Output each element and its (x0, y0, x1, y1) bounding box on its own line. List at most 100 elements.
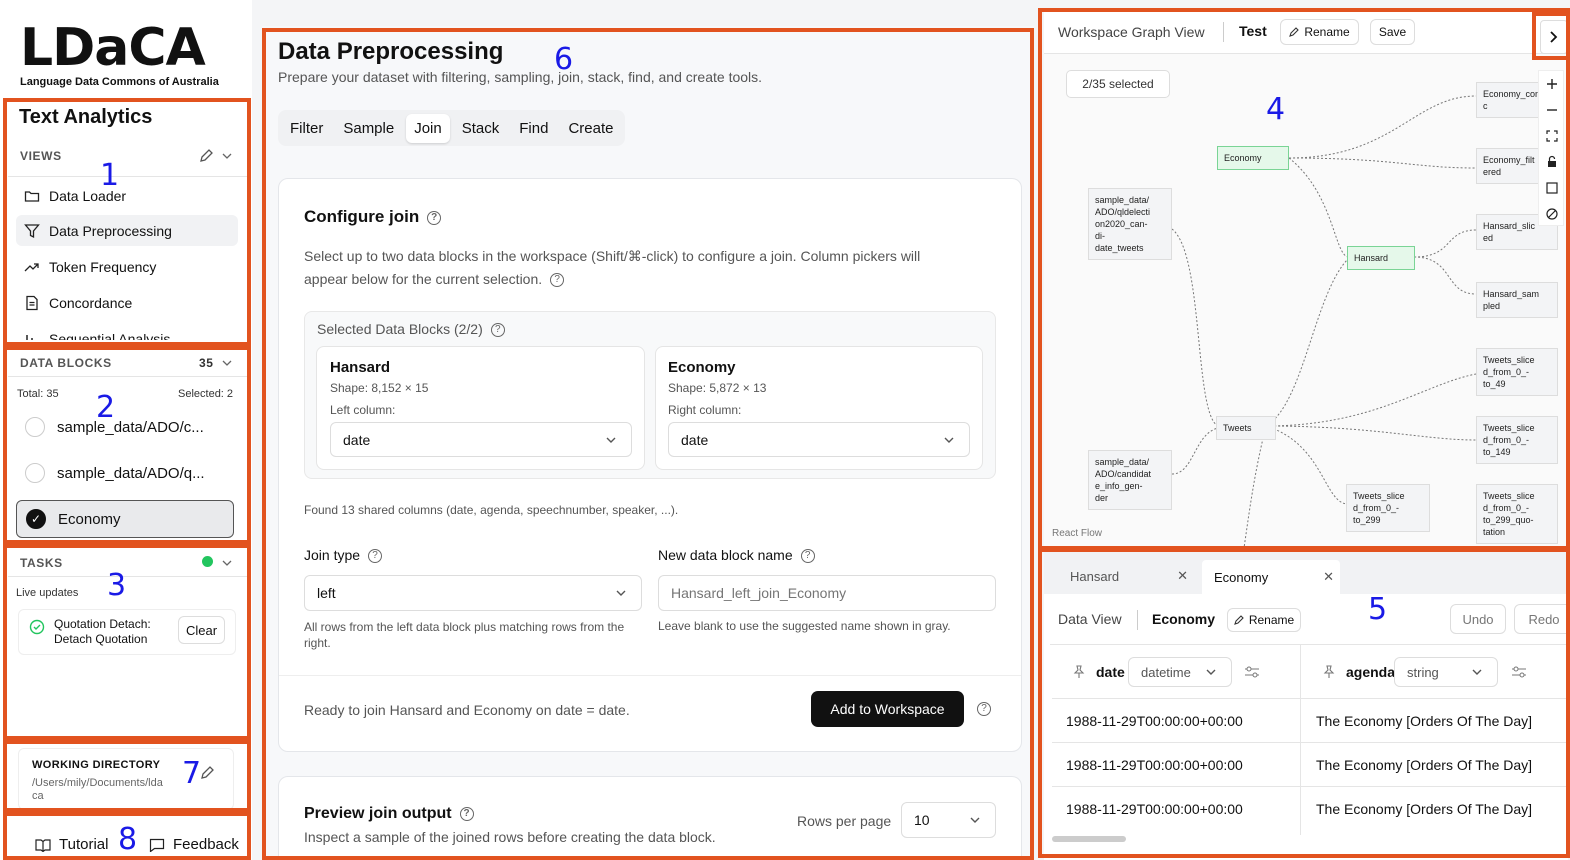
help-icon[interactable]: ? (490, 323, 505, 338)
tab-hansard[interactable]: Hansard ✕ (1058, 560, 1194, 592)
help-icon[interactable]: ? (368, 549, 383, 564)
nav-data-loader[interactable]: Data Loader (16, 180, 238, 211)
configure-join-card: Configure join? Select up to two data bl… (278, 178, 1022, 752)
graph-node[interactable]: sample_data/ADO/qldelecti on2020_can-di-d… (1088, 188, 1172, 260)
block-checkbox[interactable] (25, 463, 45, 483)
graph-node-tweets[interactable]: Tweets (1216, 416, 1276, 440)
graph-node[interactable]: Tweets_slice d_from_0_- to_299 (1346, 484, 1430, 532)
graph-controls (1538, 70, 1564, 226)
help-icon[interactable]: ? (459, 806, 474, 821)
node-line: date_tweets (1095, 243, 1144, 253)
redo-button[interactable]: Redo (1514, 604, 1568, 634)
preview-card: Preview join output? Inspect a sample of… (278, 776, 1022, 860)
workspace-name: Test (1239, 23, 1267, 39)
block-checkbox[interactable] (25, 417, 45, 437)
help-icon[interactable]: ? (550, 273, 565, 288)
graph-node[interactable]: Tweets_slice d_from_0_- to_149 (1476, 416, 1558, 464)
node-line: on2020_can- (1095, 219, 1148, 229)
nav-data-preprocessing[interactable]: Data Preprocessing (16, 215, 238, 246)
column-settings-icon[interactable] (1511, 665, 1527, 679)
zoom-out-icon[interactable] (1545, 103, 1559, 117)
tab-find[interactable]: Find (511, 114, 556, 143)
tab-sample[interactable]: Sample (335, 114, 402, 143)
zoom-in-icon[interactable] (1545, 77, 1559, 91)
pin-icon[interactable] (1072, 665, 1086, 679)
desc-line-2: appear below for the current selection.? (304, 268, 1004, 291)
left-column-select[interactable]: date (330, 422, 632, 457)
working-dir-heading: WORKING DIRECTORY (32, 759, 161, 771)
node-line: d_from_0_- (1483, 435, 1530, 445)
block-icon[interactable] (1545, 207, 1559, 221)
graph-node[interactable]: sample_data/ADO/candidat e_info_gen-der (1088, 450, 1172, 510)
join-type-select[interactable]: left (304, 575, 642, 611)
horizontal-scrollbar[interactable] (1052, 836, 1126, 842)
column-settings-icon[interactable] (1244, 665, 1260, 679)
rename-workspace-button[interactable]: Rename (1280, 19, 1359, 45)
left-column-value: date (343, 431, 371, 448)
tab-join[interactable]: Join (406, 113, 450, 143)
tutorial-link[interactable]: Tutorial (35, 836, 108, 853)
table-row[interactable]: 1988-11-29T00:00:00+00:00 The Economy [O… (1052, 698, 1568, 742)
selected-blocks-heading: Selected Data Blocks (2/2)? (317, 321, 505, 338)
graph-node[interactable]: Hansard_sam pled (1476, 282, 1558, 318)
trend-icon (24, 262, 39, 271)
rows-per-page-select[interactable]: 10 (901, 802, 996, 838)
help-icon[interactable]: ? (977, 702, 991, 716)
new-name-input[interactable] (658, 575, 996, 611)
chevron-down-icon[interactable] (222, 151, 232, 161)
chevron-down-icon[interactable] (222, 358, 232, 368)
edit-directory-icon[interactable] (199, 765, 215, 781)
nav-sequential-analysis[interactable]: Sequential Analysis (16, 323, 238, 340)
table-row[interactable]: 1988-11-29T00:00:00+00:00 The Economy [O… (1052, 786, 1568, 830)
help-icon[interactable]: ? (800, 549, 815, 564)
graph-node-hansard[interactable]: Hansard (1347, 246, 1415, 270)
column-type-select-date[interactable]: datetime (1128, 657, 1232, 687)
help-icon[interactable]: ? (427, 210, 442, 225)
graph-node[interactable]: Tweets_slice d_from_0_- to_49 (1476, 348, 1558, 396)
fit-view-icon[interactable] (1545, 129, 1559, 143)
tab-economy[interactable]: Economy ✕ (1202, 560, 1340, 594)
nav-concordance[interactable]: Concordance (16, 287, 238, 318)
tool-tabs: Filter Sample Join Stack Find Create (278, 110, 626, 146)
undo-button[interactable]: Undo (1450, 604, 1506, 634)
feedback-link[interactable]: Feedback (149, 836, 239, 853)
sidebar: LDaCA Language Data Commons of Australia… (0, 0, 252, 860)
rename-dataview-button[interactable]: Rename (1227, 608, 1301, 632)
desc-line: Select up to two data blocks in the work… (304, 248, 921, 264)
close-icon[interactable]: ✕ (1323, 569, 1334, 585)
tab-stack[interactable]: Stack (454, 114, 508, 143)
check-icon[interactable]: ✓ (26, 509, 46, 529)
lock-icon[interactable] (1545, 155, 1559, 169)
check-circle-icon (29, 619, 45, 635)
block-item[interactable]: ✓ Economy (16, 500, 234, 538)
table-row[interactable]: 1988-11-29T00:00:00+00:00 The Economy [O… (1052, 742, 1568, 786)
annotation-label: 8 (118, 822, 138, 857)
edit-views-icon[interactable] (198, 148, 214, 164)
ldaca-logo[interactable]: LDaCA Language Data Commons of Australia (20, 22, 235, 94)
annotation-label: 3 (107, 568, 127, 603)
block-item[interactable]: sample_data/ADO/q... (16, 454, 234, 492)
graph-node-economy[interactable]: Economy (1217, 146, 1289, 170)
square-icon[interactable] (1545, 181, 1559, 195)
join-type-text: Join type (304, 547, 361, 563)
pencil-icon (1233, 615, 1244, 625)
data-blocks-count: 35 (199, 356, 214, 370)
close-icon[interactable]: ✕ (1177, 568, 1188, 584)
nav-token-frequency[interactable]: Token Frequency (16, 251, 238, 282)
tab-create[interactable]: Create (560, 114, 621, 143)
node-line: tation (1483, 527, 1506, 537)
chevron-down-icon[interactable] (222, 558, 232, 568)
table-cell: 1988-11-29T00:00:00+00:00 (1066, 800, 1243, 817)
pin-icon[interactable] (1322, 665, 1336, 679)
block-label: sample_data/ADO/c... (57, 418, 204, 436)
tab-filter[interactable]: Filter (282, 114, 331, 143)
block-item[interactable]: sample_data/ADO/c... (16, 408, 234, 446)
collapse-panel-button[interactable] (1540, 20, 1568, 54)
save-workspace-button[interactable]: Save (1370, 19, 1415, 45)
add-to-workspace-button[interactable]: Add to Workspace (811, 691, 964, 727)
column-type-select-agenda[interactable]: string (1394, 657, 1498, 687)
graph-node[interactable]: Tweets_slice d_from_0_- to_299_quo-tation (1476, 484, 1558, 544)
clear-button[interactable]: Clear (178, 616, 225, 644)
path-line: ca (32, 790, 44, 802)
right-column-select[interactable]: date (668, 422, 970, 457)
